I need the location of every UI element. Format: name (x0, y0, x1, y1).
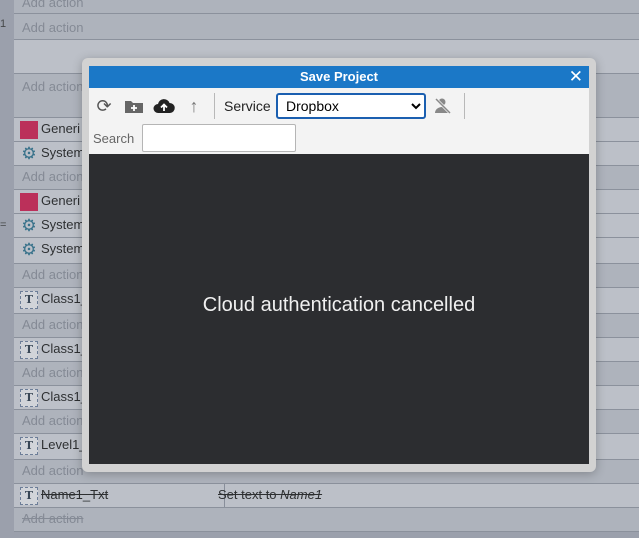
search-row: Search (89, 124, 589, 154)
search-input[interactable] (142, 124, 296, 152)
dialog-body: ⟳ ↑ Service Dropbox Search Cloud authent… (89, 88, 589, 464)
search-label: Search (93, 131, 135, 146)
status-message: Cloud authentication cancelled (202, 294, 476, 316)
close-icon[interactable]: ✕ (569, 66, 583, 88)
refresh-icon[interactable]: ⟳ (93, 95, 115, 117)
save-project-dialog: Save Project ✕ ⟳ ↑ Service Dropbox Searc… (82, 58, 596, 472)
sign-out-user-icon[interactable] (432, 95, 454, 117)
service-label: Service (224, 98, 271, 114)
up-arrow-icon[interactable]: ↑ (183, 95, 205, 117)
toolbar-divider (464, 93, 465, 119)
file-browser-area: Cloud authentication cancelled (89, 154, 589, 464)
new-folder-icon[interactable] (123, 95, 145, 117)
service-select[interactable]: Dropbox (276, 93, 426, 119)
dialog-title-bar[interactable]: Save Project ✕ (89, 66, 589, 88)
dialog-title: Save Project (299, 69, 379, 84)
cloud-upload-icon[interactable] (153, 95, 175, 117)
dialog-toolbar: ⟳ ↑ Service Dropbox (89, 88, 589, 124)
toolbar-divider (214, 93, 215, 119)
